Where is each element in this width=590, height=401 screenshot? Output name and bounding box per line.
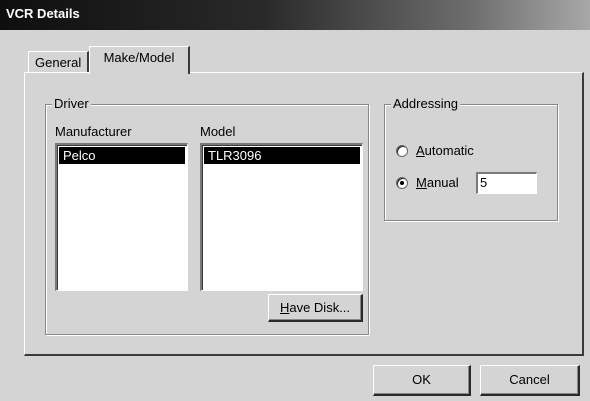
tab-make-model-label: Make/Model [103, 50, 175, 65]
automatic-accel: A [416, 143, 425, 158]
model-listbox[interactable]: TLR3096 [200, 143, 363, 291]
window-title: VCR Details [6, 6, 80, 21]
ok-button[interactable]: OK [373, 365, 471, 396]
addressing-groupbox: Addressing [384, 96, 558, 221]
automatic-label[interactable]: Automatic [416, 143, 474, 159]
tab-general-label: General [35, 55, 82, 70]
manufacturer-listbox[interactable]: Pelco [55, 143, 188, 291]
have-disk-button[interactable]: Have Disk... [268, 294, 363, 322]
manual-accel: M [416, 175, 427, 190]
manual-radio[interactable] [396, 177, 408, 189]
driver-legend: Driver [52, 96, 91, 112]
model-list-item[interactable]: TLR3096 [204, 147, 360, 164]
manual-rest: anual [426, 175, 459, 190]
model-label: Model [200, 124, 236, 139]
manual-radio-dot [400, 181, 404, 185]
have-disk-accel: H [279, 300, 290, 315]
manufacturer-list-item[interactable]: Pelco [59, 147, 185, 164]
manual-address-input[interactable]: 5 [476, 172, 537, 194]
automatic-radio[interactable] [396, 145, 408, 157]
manual-label[interactable]: Manual [416, 175, 459, 191]
cancel-button[interactable]: Cancel [480, 365, 580, 396]
addressing-legend: Addressing [391, 96, 461, 112]
automatic-rest: utomatic [424, 143, 474, 158]
have-disk-label: ave Disk... [289, 300, 351, 315]
manufacturer-label: Manufacturer [55, 124, 132, 139]
title-bar: VCR Details [0, 0, 590, 30]
tab-general[interactable]: General [28, 51, 89, 73]
tab-make-model[interactable]: Make/Model [89, 46, 190, 74]
